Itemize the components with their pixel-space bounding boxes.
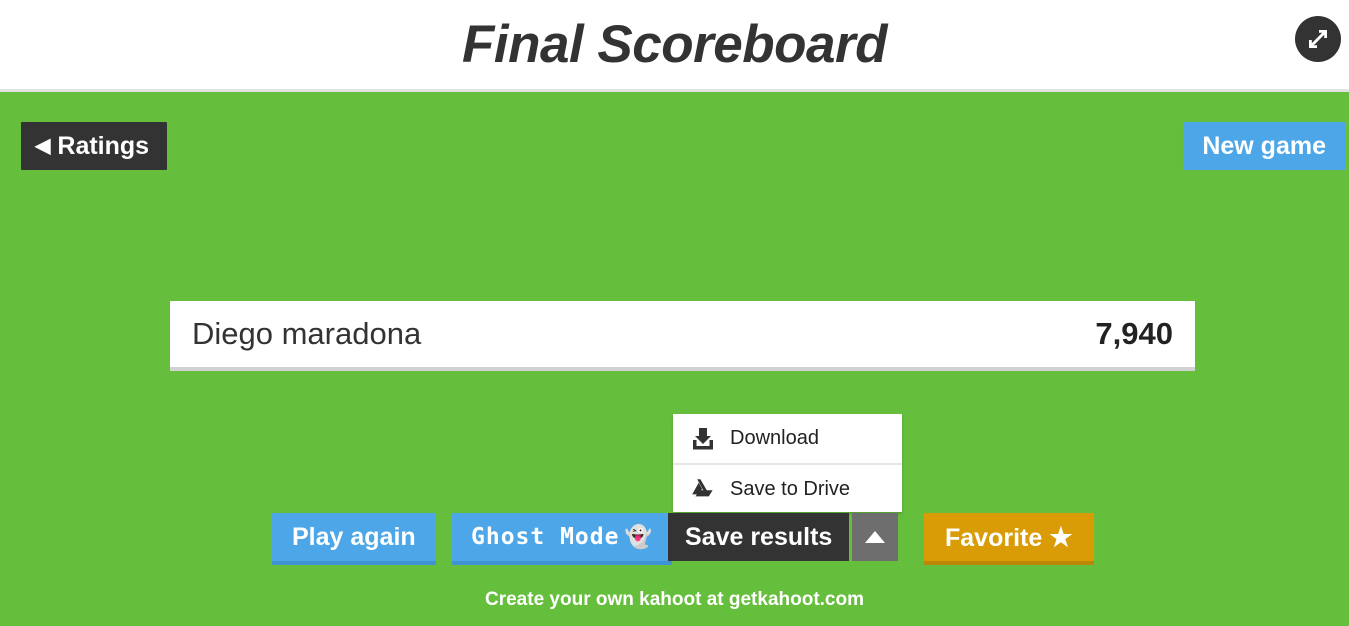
ghost-mode-button[interactable]: Ghost Mode 👻 [452, 513, 672, 561]
header-bar: Final Scoreboard [0, 0, 1349, 92]
player-score: 7,940 [1095, 316, 1173, 351]
ratings-button-label: Ratings [57, 132, 150, 160]
star-icon: ★ [1049, 522, 1073, 552]
favorite-button-label: Favorite [945, 524, 1043, 552]
dropdown-item-save-to-drive[interactable]: Save to Drive [673, 463, 902, 512]
ghost-mode-button-label: Ghost Mode [471, 524, 620, 550]
ghost-icon: 👻 [624, 525, 653, 550]
save-results-button[interactable]: Save results [668, 513, 850, 561]
favorite-button[interactable]: Favorite ★ [924, 513, 1094, 561]
play-again-button-label: Play again [292, 523, 416, 551]
footer-domain-link[interactable]: getkahoot.com [729, 589, 864, 610]
page-title: Final Scoreboard [462, 15, 887, 74]
footer-note: Create your own kahoot at getkahoot.com [0, 589, 1349, 611]
download-icon [690, 426, 716, 452]
ratings-button[interactable]: ◀ Ratings [21, 122, 168, 170]
final-scoreboard-screen: Final Scoreboard ◀ Ratings New game Diego… [0, 0, 1349, 626]
dropdown-item-download[interactable]: Download [673, 414, 902, 463]
save-results-dropdown-menu[interactable]: Download Save to Drive [673, 414, 902, 512]
play-again-button[interactable]: Play again [272, 513, 436, 561]
footer-note-text: Create your own kahoot at [485, 589, 729, 610]
new-game-button[interactable]: New game [1183, 122, 1345, 170]
fullscreen-button[interactable] [1295, 16, 1341, 62]
save-results-button-label: Save results [685, 523, 833, 551]
new-game-button-label: New game [1202, 132, 1326, 160]
player-name: Diego maradona [192, 316, 422, 351]
dropdown-item-download-label: Download [730, 427, 819, 449]
dropdown-item-save-to-drive-label: Save to Drive [730, 478, 851, 500]
caret-left-icon: ◀ [35, 135, 51, 157]
google-drive-icon [690, 476, 716, 502]
scoreboard-row: Diego maradona 7,940 [170, 301, 1195, 371]
scoreboard-stage: ◀ Ratings New game Diego maradona 7,940 D… [0, 92, 1349, 626]
save-results-toggle-button[interactable] [852, 513, 898, 561]
caret-up-icon [865, 531, 885, 543]
